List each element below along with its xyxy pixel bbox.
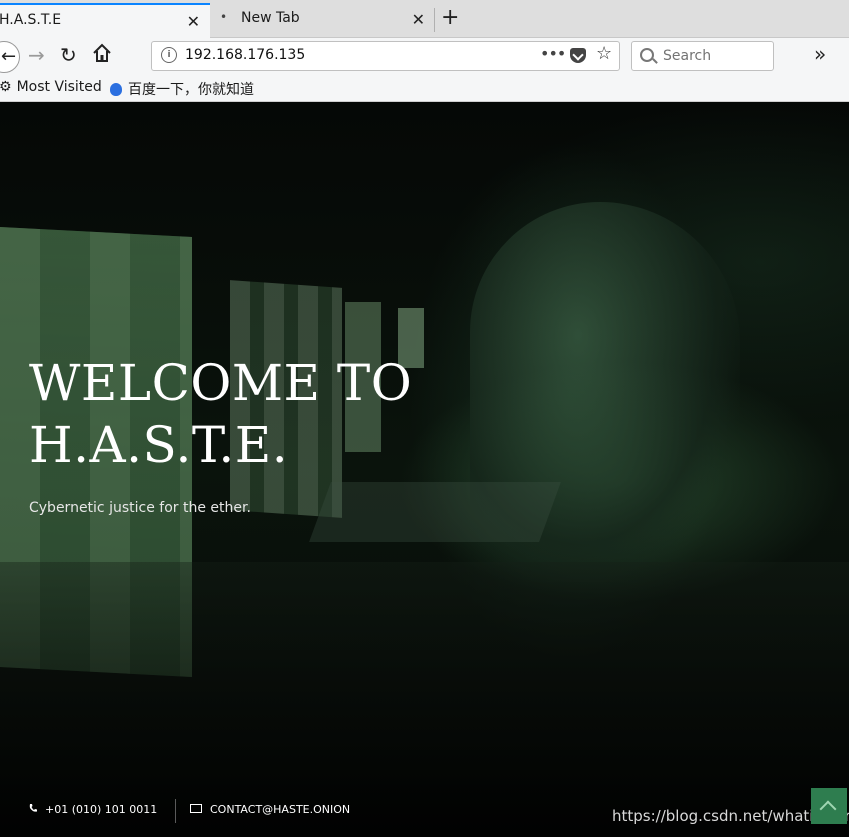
hero-section: WELCOME TO H.A.S.T.E. Cybernetic justice… (0, 102, 849, 837)
heading-line: WELCOME TO (29, 354, 413, 412)
bookmark-most-visited[interactable]: ⚙ Most Visited (0, 79, 102, 95)
phone-number: +01 (010) 101 0011 (45, 803, 158, 816)
back-button[interactable]: ← (0, 41, 20, 73)
tab-title: H.A.S.T.E (0, 12, 62, 28)
search-placeholder: Search (663, 48, 712, 64)
forward-button[interactable]: → (28, 43, 45, 67)
bookmark-baidu[interactable]: 百度一下，你就知道 (110, 79, 254, 99)
hero-tagline: Cybernetic justice for the ether. (29, 500, 251, 516)
tab-title: New Tab (241, 10, 300, 26)
email-address: CONTACT@HASTE.ONION (210, 803, 351, 816)
contact-phone[interactable]: +01 (010) 101 0011 (29, 803, 157, 816)
home-icon[interactable] (92, 42, 112, 64)
page-actions-button[interactable]: ••• (540, 44, 566, 63)
hero-heading: WELCOME TO H.A.S.T.E. (29, 352, 412, 476)
back-arrow-icon: ← (1, 46, 17, 67)
keyboard-image (309, 482, 561, 542)
tab-new-tab[interactable]: • New Tab ✕ (211, 3, 435, 38)
address-bar[interactable]: i 192.168.176.135 ••• ☆ (151, 41, 620, 71)
close-tab-icon[interactable]: ✕ (187, 12, 200, 31)
contact-email[interactable]: CONTACT@HASTE.ONION (190, 803, 350, 816)
tab-haste[interactable]: H.A.S.T.E ✕ (0, 3, 210, 38)
site-info-icon[interactable]: i (161, 47, 177, 63)
bookmark-star-icon[interactable]: ☆ (596, 43, 612, 64)
close-tab-icon[interactable]: ✕ (412, 10, 425, 29)
baidu-paw-icon (110, 83, 122, 96)
scroll-to-top-button[interactable] (811, 788, 847, 824)
tab-bar: H.A.S.T.E ✕ • New Tab ✕ + (0, 0, 849, 38)
search-input[interactable]: Search (631, 41, 774, 71)
navigation-bar: ← → ↻ i 192.168.176.135 ••• ☆ Search » (0, 38, 849, 74)
overflow-menu-button[interactable]: » (814, 42, 826, 66)
desk-shadow (0, 562, 849, 837)
search-icon (640, 48, 654, 62)
bookmark-label: 百度一下，你就知道 (128, 82, 254, 98)
new-tab-button[interactable]: + (441, 5, 459, 30)
phone-icon (29, 804, 37, 812)
contact-separator (175, 799, 176, 823)
gear-icon: ⚙ (0, 79, 12, 95)
url-text: 192.168.176.135 (185, 47, 306, 63)
tab-indicator-icon: • (220, 10, 228, 24)
reload-button[interactable]: ↻ (60, 43, 77, 67)
heading-line: H.A.S.T.E. (29, 416, 289, 474)
mail-icon (190, 804, 202, 813)
bookmark-label: Most Visited (16, 79, 102, 95)
bookmarks-toolbar: ⚙ Most Visited 百度一下，你就知道 (0, 74, 849, 102)
pocket-icon[interactable] (570, 48, 586, 63)
tab-separator (434, 8, 435, 32)
